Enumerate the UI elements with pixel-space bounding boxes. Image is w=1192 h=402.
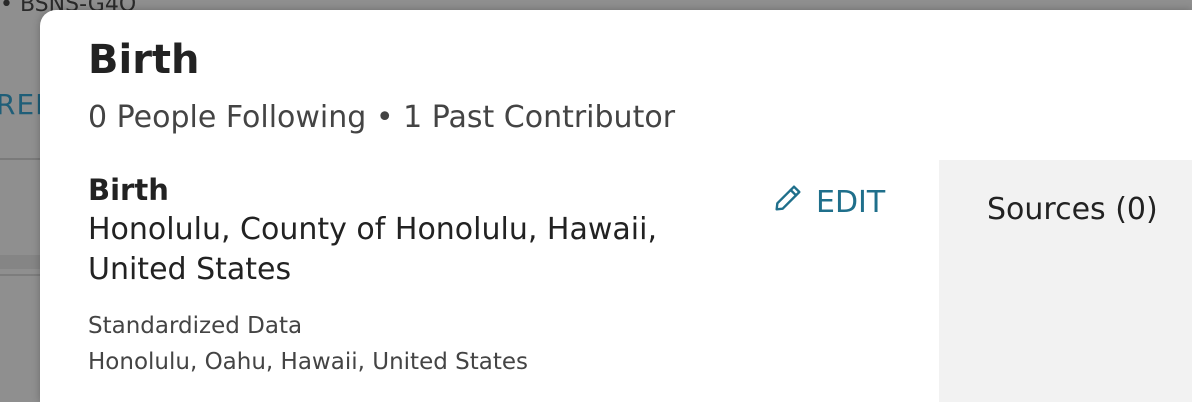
dialog-title: Birth	[88, 37, 200, 83]
edit-button[interactable]: EDIT	[772, 182, 885, 222]
dialog-subtitle: 0 People Following • 1 Past Contributor	[88, 100, 676, 135]
event-detail-dialog: Birth 0 People Following • 1 Past Contri…	[40, 10, 1192, 402]
background-band	[0, 255, 40, 269]
background-divider-2	[0, 274, 40, 276]
edit-label: EDIT	[816, 184, 886, 220]
event-label: Birth	[88, 173, 169, 207]
pencil-icon	[772, 182, 804, 222]
event-detail: Birth Honolulu, County of Honolulu, Hawa…	[88, 170, 728, 380]
background-divider	[0, 158, 40, 160]
sources-panel: Sources (0)	[939, 160, 1192, 402]
standardized-data-value: Honolulu, Oahu, Hawaii, United States	[88, 349, 528, 375]
sources-tab[interactable]: Sources (0)	[987, 190, 1158, 230]
background-link: REI	[0, 88, 45, 121]
event-place: Honolulu, County of Honolulu, Hawaii, Un…	[88, 212, 658, 287]
standardized-data-label: Standardized Data	[88, 313, 303, 339]
